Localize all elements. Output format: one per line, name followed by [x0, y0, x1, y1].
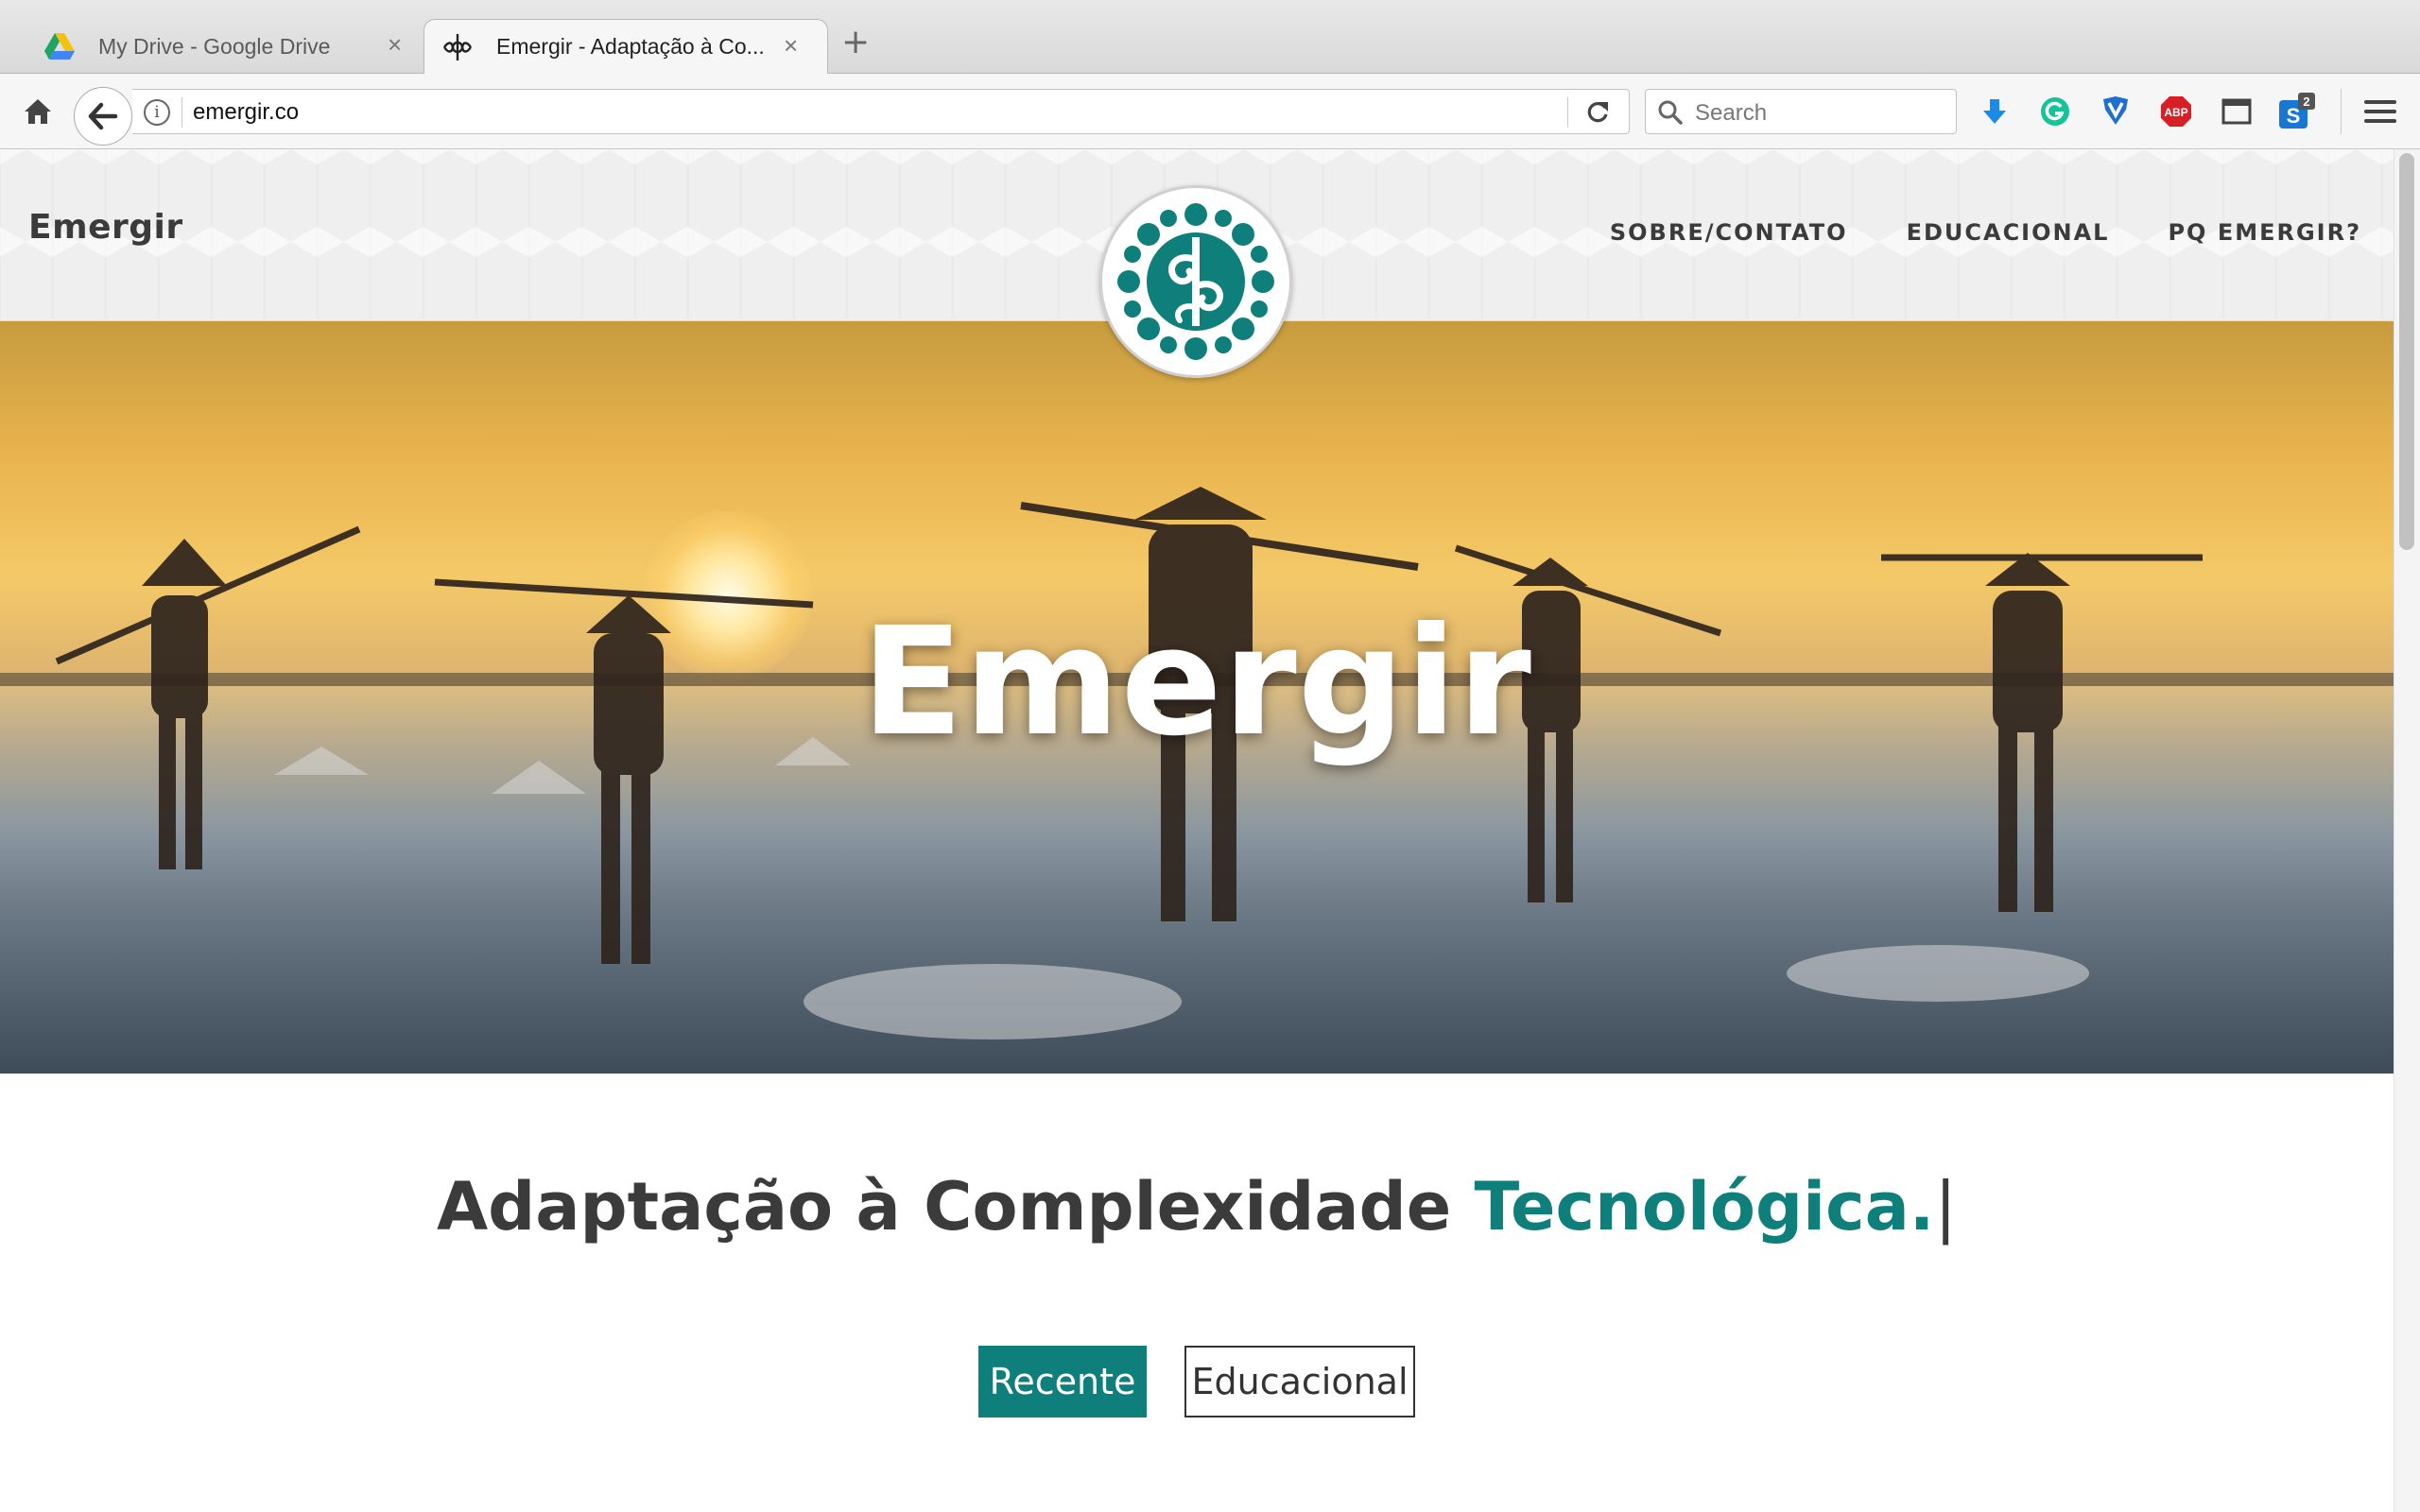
emergir-favicon-icon: [441, 31, 474, 63]
download-arrow-icon: [1983, 99, 2006, 124]
shield-v-icon: [2103, 96, 2128, 125]
filter-recente-button[interactable]: Recente: [978, 1346, 1147, 1418]
s-extension-button[interactable]: S 2: [2278, 93, 2316, 130]
google-drive-icon: [43, 30, 76, 62]
new-tab-button[interactable]: +: [841, 23, 870, 61]
download-button[interactable]: [1976, 93, 2014, 130]
nav-pq-emergir[interactable]: PQ EMERGIR?: [2168, 219, 2361, 246]
reload-button[interactable]: [1581, 95, 1615, 129]
tab-emergir[interactable]: Emergir - Adaptação à Co... ×: [424, 19, 828, 74]
address-bar[interactable]: i emergir.co: [132, 89, 1630, 134]
hero-banner: Emergir: [0, 321, 2394, 1074]
grammarly-icon: [2041, 97, 2069, 126]
tab-title: Emergir - Adaptação à Co...: [496, 34, 765, 59]
search-input[interactable]: Search: [1645, 89, 1957, 134]
vpn-extension-button[interactable]: [2097, 93, 2135, 130]
emergir-emblem-icon: [1117, 203, 1274, 360]
extension-badge-count: 2: [2303, 94, 2309, 109]
back-arrow-icon: [88, 102, 118, 130]
tab-title: My Drive - Google Drive: [98, 33, 331, 59]
hamburger-menu-icon: [2364, 100, 2396, 123]
abp-label: ABP: [2164, 106, 2187, 119]
page-scrollbar[interactable]: [2394, 149, 2420, 1512]
adblock-icon: ABP: [2161, 96, 2191, 127]
tagline-main: Adaptação à Complexidade: [437, 1168, 1475, 1246]
window-icon: [2221, 98, 2252, 125]
close-tab-icon[interactable]: ×: [388, 30, 402, 60]
url-text[interactable]: emergir.co: [193, 99, 299, 126]
browser-tab-strip: My Drive - Google Drive × Emergir - Adap…: [0, 0, 2420, 74]
adblock-plus-button[interactable]: ABP: [2157, 93, 2195, 130]
toolbar-divider: [2341, 89, 2342, 134]
reload-icon: [1587, 102, 1608, 123]
site-brand-link[interactable]: Emergir: [28, 208, 183, 247]
reload-divider: [1567, 97, 1568, 128]
back-button[interactable]: [74, 87, 132, 146]
post-filter-bar: Recente Educacional: [0, 1346, 2394, 1418]
page-tagline: Adaptação à Complexidade Tecnológica.|: [0, 1168, 2394, 1246]
site-logo[interactable]: [1099, 185, 1292, 378]
filter-educacional-button[interactable]: Educacional: [1184, 1346, 1415, 1418]
grammarly-extension-button[interactable]: [2036, 93, 2074, 130]
menu-button[interactable]: [2360, 93, 2401, 130]
home-icon: [25, 99, 51, 124]
nav-sobre-contato[interactable]: SOBRE/CONTATO: [1610, 219, 1848, 246]
tab-google-drive[interactable]: My Drive - Google Drive ×: [43, 19, 412, 74]
search-icon: [1658, 100, 1683, 125]
browser-nav-bar: i emergir.co Search ABP S 2: [0, 74, 2420, 149]
s-extension-icon: S 2: [2279, 93, 2315, 129]
typing-cursor: |: [1934, 1168, 1957, 1246]
tagline-accent: Tecnológica.: [1474, 1168, 1935, 1246]
site-nav: SOBRE/CONTATO EDUCACIONAL PQ EMERGIR?: [1610, 219, 2361, 246]
search-placeholder: Search: [1695, 100, 1768, 126]
close-tab-icon[interactable]: ×: [784, 31, 798, 60]
site-info-icon[interactable]: i: [144, 99, 170, 126]
scrollbar-thumb[interactable]: [2399, 153, 2414, 550]
hero-title: Emergir: [861, 595, 1532, 769]
nav-educacional[interactable]: EDUCACIONAL: [1907, 219, 2110, 246]
home-button[interactable]: [17, 91, 59, 132]
sidebar-toggle-button[interactable]: [2218, 93, 2256, 130]
page-viewport: Emergir SOBRE/CONTATO EDUCACIONAL PQ EME…: [0, 149, 2420, 1512]
